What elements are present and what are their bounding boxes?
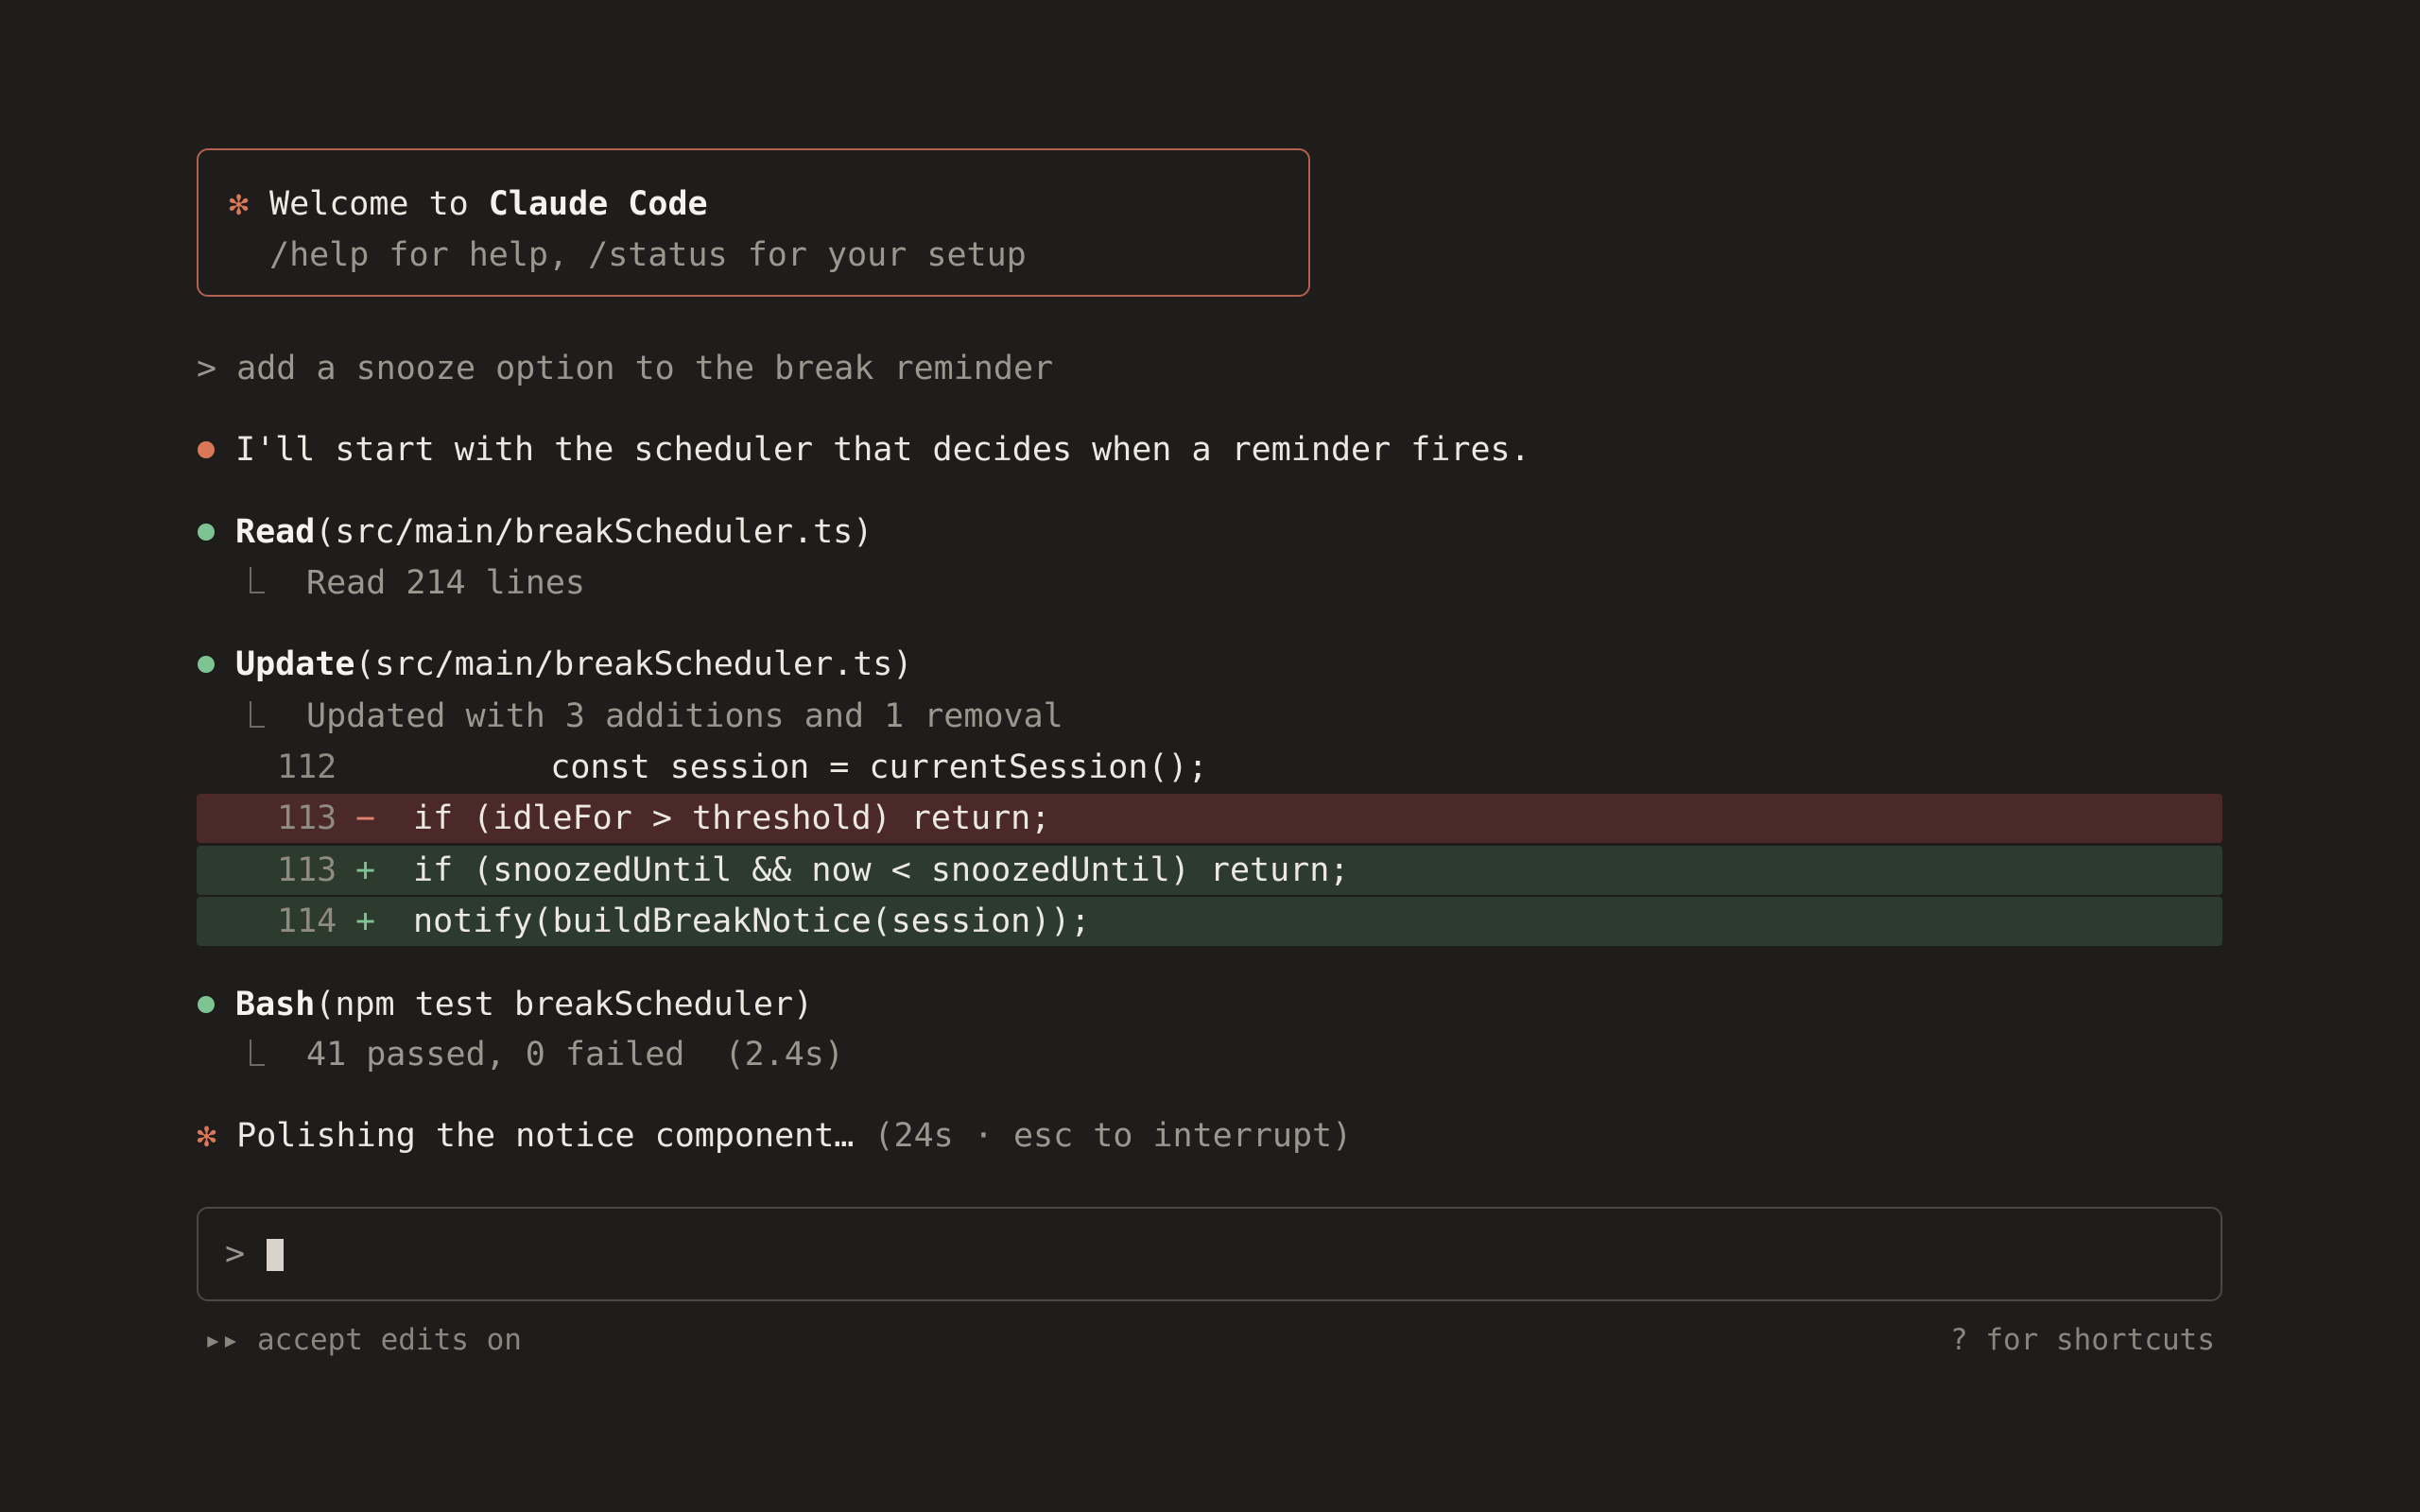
tool-bash-arg: (npm test breakScheduler) — [315, 986, 814, 1023]
welcome-hint: /help for help, /status for your setup — [269, 236, 1027, 274]
diff-row-added: 113 + if (snoozedUntil && now < snoozedU… — [197, 846, 2222, 895]
prompt-text: add a snooze option to the break reminde… — [236, 350, 1054, 387]
assistant-bullet-icon — [198, 441, 215, 458]
welcome-panel: ✻ Welcome to Claude Code /help for help,… — [197, 148, 1310, 297]
diff-code: if (snoozedUntil && now < snoozedUntil) … — [413, 851, 1350, 889]
spinner-sparkle-icon: ✻ — [197, 1117, 217, 1155]
diff-line-number: 113 — [277, 799, 337, 837]
prompt-input[interactable]: > — [197, 1207, 2222, 1301]
branch-icon — [250, 701, 265, 728]
tool-read-call: Read(src/main/breakScheduler.ts) — [235, 507, 873, 558]
tool-update-name: Update — [235, 645, 355, 683]
status-line: ✻ Polishing the notice component… (24s ·… — [197, 1110, 1352, 1161]
diff-row-removed: 113 − if (idleFor > threshold) return; — [197, 794, 2222, 843]
product-name: Claude Code — [488, 185, 708, 223]
shortcuts-hint[interactable]: ? for shortcuts — [1950, 1319, 2215, 1361]
input-caret: > — [225, 1235, 246, 1273]
tool-bash-call: Bash(npm test breakScheduler) — [235, 979, 813, 1030]
diff-row-added: 114 + notify(buildBreakNotice(session)); — [197, 897, 2222, 946]
tool-update-call: Update(src/main/breakScheduler.ts) — [235, 639, 912, 690]
text-cursor — [267, 1239, 284, 1271]
branch-icon — [250, 1040, 265, 1066]
welcome-prefix: Welcome to — [269, 185, 489, 223]
user-prompt: > add a snooze option to the break remin… — [197, 343, 1053, 394]
tool-bash-result: 41 passed, 0 failed (2.4s) — [306, 1036, 844, 1074]
prompt-caret: > — [197, 350, 217, 387]
diff-minus-sign: − — [355, 799, 376, 837]
diff-row-context: 112 const session = currentSession(); — [197, 743, 2222, 792]
tool-read-result: Read 214 lines — [306, 564, 586, 602]
accept-edits-toggle[interactable]: ▸▸ accept edits on — [204, 1319, 522, 1361]
status-detail: (24s · esc to interrupt) — [854, 1117, 1353, 1155]
diff-line-number: 112 — [277, 748, 337, 786]
diff-code: if (idleFor > threshold) return; — [413, 799, 1051, 837]
diff-line-number: 114 — [277, 902, 337, 940]
sparkle-icon: ✻ — [229, 185, 250, 223]
welcome-title: Welcome to Claude Code — [269, 179, 708, 230]
tool-read-arg: (src/main/breakScheduler.ts) — [315, 513, 873, 551]
tool-update-result: Updated with 3 additions and 1 removal — [306, 697, 1063, 735]
diff-plus-sign: + — [355, 851, 376, 889]
tool-update-arg: (src/main/breakScheduler.ts) — [354, 645, 913, 683]
status-text: Polishing the notice component… — [236, 1117, 855, 1155]
diff-plus-sign: + — [355, 902, 376, 940]
diff-code: notify(buildBreakNotice(session)); — [413, 902, 1091, 940]
bash-status-icon — [198, 996, 215, 1013]
tool-bash-name: Bash — [235, 986, 316, 1023]
assistant-message: I'll start with the scheduler that decid… — [235, 431, 1530, 469]
tool-read-name: Read — [235, 513, 316, 551]
diff-line-number: 113 — [277, 851, 337, 889]
branch-icon — [250, 567, 265, 593]
diff-code: const session = currentSession(); — [471, 748, 1208, 786]
read-status-icon — [198, 524, 215, 541]
update-status-icon — [198, 656, 215, 673]
